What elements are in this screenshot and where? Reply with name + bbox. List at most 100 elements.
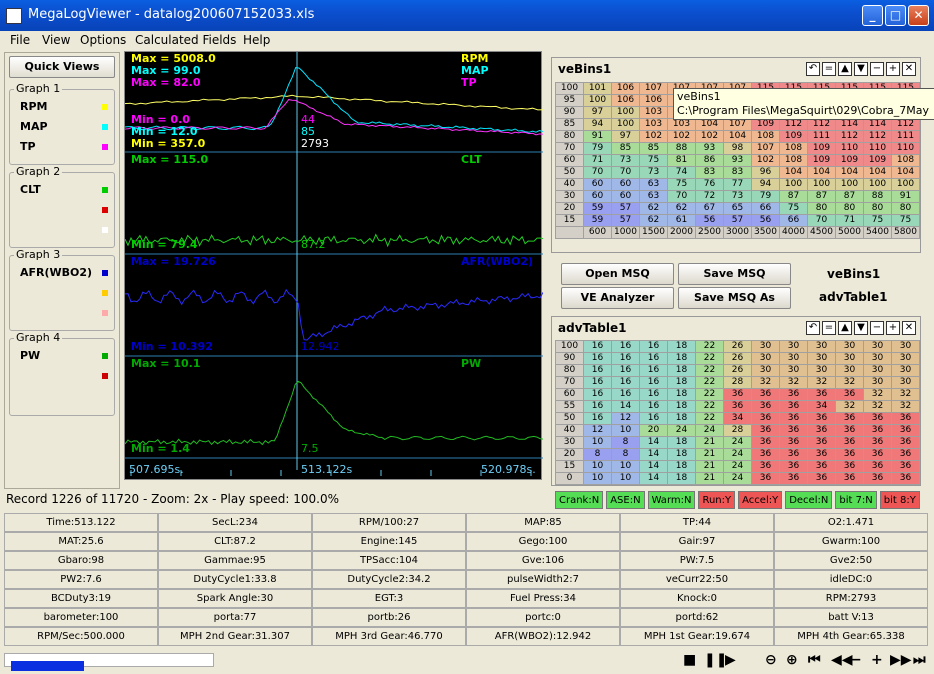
adv-cell[interactable]: 36: [723, 388, 752, 401]
ve-cell[interactable]: 73: [723, 190, 752, 203]
color-swatch[interactable]: [102, 144, 108, 150]
save-msq-as-button[interactable]: Save MSQ As: [678, 287, 791, 309]
adv-cell[interactable]: 18: [667, 448, 696, 461]
adv-cell[interactable]: 10: [583, 472, 612, 485]
ve-cell[interactable]: 109: [807, 154, 836, 167]
adv-cell[interactable]: 36: [863, 460, 892, 473]
ve-cell[interactable]: 114: [835, 118, 864, 131]
adv-cell[interactable]: 18: [667, 460, 696, 473]
ve-cell[interactable]: 102: [667, 130, 696, 143]
ve-cell[interactable]: 93: [695, 142, 724, 155]
ve-cell[interactable]: 108: [779, 142, 808, 155]
adv-cell[interactable]: 36: [835, 412, 864, 425]
adv-equals-icon[interactable]: =: [822, 321, 836, 335]
ve-cell[interactable]: 97: [583, 106, 612, 119]
adv-cell[interactable]: 16: [583, 400, 612, 413]
ve-cell[interactable]: 80: [835, 202, 864, 215]
adv-cell[interactable]: 18: [667, 364, 696, 377]
ve-cell[interactable]: 60: [611, 178, 640, 191]
minimize-button[interactable]: _: [862, 5, 883, 26]
ve-cell[interactable]: 75: [667, 178, 696, 191]
ve-cell[interactable]: 108: [751, 130, 780, 143]
adv-cell[interactable]: 36: [863, 424, 892, 437]
adv-cell[interactable]: 28: [723, 376, 752, 389]
adv-cell[interactable]: 32: [835, 376, 864, 389]
adv-up-icon[interactable]: ▲: [838, 321, 852, 335]
ve-cell[interactable]: 94: [583, 118, 612, 131]
adv-cell[interactable]: 30: [807, 340, 836, 353]
ve-cell[interactable]: 83: [695, 166, 724, 179]
color-swatch[interactable]: [102, 290, 108, 296]
adv-cell[interactable]: 30: [751, 352, 780, 365]
ve-plus-icon[interactable]: +: [886, 62, 900, 76]
ve-cell[interactable]: 111: [807, 130, 836, 143]
ve-cell[interactable]: 56: [695, 214, 724, 227]
zoom-in-icon[interactable]: ⊕: [786, 652, 798, 668]
adv-cell[interactable]: 14: [611, 400, 640, 413]
adv-cell[interactable]: 24: [667, 424, 696, 437]
ve-cell[interactable]: 104: [695, 118, 724, 131]
ve-cell[interactable]: 112: [863, 130, 892, 143]
adv-cell[interactable]: 16: [639, 340, 668, 353]
ve-cell[interactable]: 75: [891, 214, 920, 227]
ve-undo-icon[interactable]: ↶: [806, 62, 820, 76]
adv-cell[interactable]: 36: [751, 460, 780, 473]
adv-cell[interactable]: 30: [891, 340, 920, 353]
adv-cell[interactable]: 8: [611, 436, 640, 449]
adv-cell[interactable]: 22: [695, 412, 724, 425]
ve-cell[interactable]: 85: [611, 142, 640, 155]
ve-cell[interactable]: 74: [667, 166, 696, 179]
color-swatch[interactable]: [102, 353, 108, 359]
adv-cell[interactable]: 14: [639, 472, 668, 485]
adv-cell[interactable]: 34: [807, 400, 836, 413]
graph-field-label[interactable]: PW: [20, 349, 40, 362]
ve-minus-icon[interactable]: −: [870, 62, 884, 76]
adv-cell[interactable]: 30: [779, 364, 808, 377]
log-chart[interactable]: Max = 5008.0 Max = 99.0 Max = 82.0 RPM M…: [124, 51, 543, 480]
ve-equals-icon[interactable]: =: [822, 62, 836, 76]
adv-cell[interactable]: 30: [835, 364, 864, 377]
adv-cell[interactable]: 36: [891, 448, 920, 461]
graph-field-label[interactable]: CLT: [20, 183, 41, 196]
ve-cell[interactable]: 100: [835, 178, 864, 191]
adv-cell[interactable]: 32: [807, 376, 836, 389]
adv-cell[interactable]: 36: [807, 472, 836, 485]
ve-cell[interactable]: 103: [639, 118, 668, 131]
adv-cell[interactable]: 30: [891, 376, 920, 389]
adv-cell[interactable]: 18: [667, 400, 696, 413]
color-swatch[interactable]: [102, 207, 108, 213]
ve-cell[interactable]: 102: [695, 130, 724, 143]
adv-cell[interactable]: 36: [863, 472, 892, 485]
step-forward-icon[interactable]: +: [871, 652, 883, 668]
ve-cell[interactable]: 87: [835, 190, 864, 203]
ve-cell[interactable]: 65: [723, 202, 752, 215]
ve-cell[interactable]: 59: [583, 214, 612, 227]
adv-cell[interactable]: 16: [583, 352, 612, 365]
ve-cell[interactable]: 107: [723, 118, 752, 131]
ve-cell[interactable]: 88: [863, 190, 892, 203]
skip-start-icon[interactable]: ⏮: [808, 652, 821, 668]
ve-cell[interactable]: 72: [695, 190, 724, 203]
ve-cell[interactable]: 87: [779, 190, 808, 203]
adv-cell[interactable]: 36: [723, 400, 752, 413]
adv-cell[interactable]: 18: [667, 340, 696, 353]
ve-cell[interactable]: 62: [639, 214, 668, 227]
adv-cell[interactable]: 26: [723, 352, 752, 365]
adv-cell[interactable]: 30: [807, 364, 836, 377]
adv-cell[interactable]: 36: [863, 448, 892, 461]
adv-cell[interactable]: 36: [779, 472, 808, 485]
adv-cell[interactable]: 12: [583, 424, 612, 437]
adv-cell[interactable]: 36: [751, 424, 780, 437]
ve-cell[interactable]: 86: [695, 154, 724, 167]
ve-cell[interactable]: 80: [891, 202, 920, 215]
adv-cell[interactable]: 24: [723, 448, 752, 461]
ve-cell[interactable]: 76: [695, 178, 724, 191]
adv-cell[interactable]: 21: [695, 448, 724, 461]
adv-cell[interactable]: 30: [779, 340, 808, 353]
ve-cell[interactable]: 104: [891, 166, 920, 179]
adv-cell[interactable]: 36: [807, 412, 836, 425]
ve-cell[interactable]: 70: [611, 166, 640, 179]
adv-cell[interactable]: 30: [863, 364, 892, 377]
adv-cell[interactable]: 24: [723, 460, 752, 473]
adv-cell[interactable]: 36: [835, 460, 864, 473]
